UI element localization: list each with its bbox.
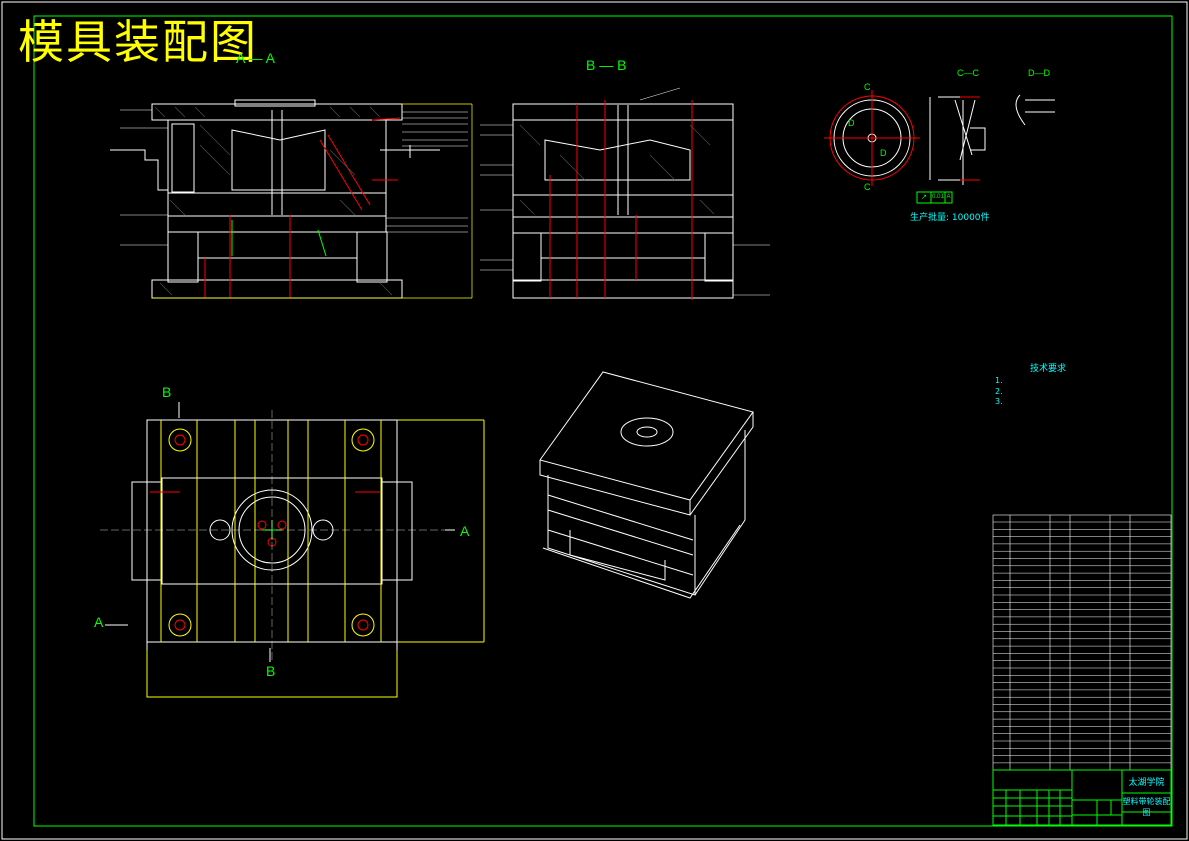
plan-label-b-top: B (162, 384, 172, 400)
plan-label-a-left: A (94, 614, 104, 630)
section-label-d: D—D (1028, 68, 1050, 78)
part-label-c-bottom: C (864, 182, 871, 192)
part-label-d2: D (880, 148, 887, 158)
plan-label-b-bottom: B (266, 663, 276, 679)
side-section-view (480, 87, 770, 300)
tech-requirement-2: 2. (995, 387, 1003, 396)
part-drawing (824, 90, 1055, 204)
isometric-view (539, 371, 754, 599)
production-quantity: 生产批量: 10000件 (910, 213, 990, 223)
tech-requirement-1: 1. (995, 376, 1003, 385)
drawing-title: 模具装配图 (18, 15, 258, 69)
tolerance-datum: A (946, 194, 951, 200)
tolerance-value: 0.01 (932, 194, 944, 200)
section-label-c: C—C (957, 68, 979, 78)
part-label-d1: D (848, 118, 855, 128)
part-label-c-top: C (864, 82, 871, 92)
section-label-a: A — A (236, 50, 275, 66)
plan-label-a-right: A (460, 523, 470, 539)
drawing-canvas (1, 1, 1188, 840)
tech-requirements-heading: 技术要求 (1030, 364, 1067, 374)
bom-table (992, 514, 1172, 771)
tech-requirement-3: 3. (995, 397, 1003, 406)
plan-view (100, 402, 485, 698)
tolerance-symbol: ↗ (921, 194, 927, 201)
drawing-name: 塑料带轮装配图 (1122, 797, 1171, 817)
section-label-b: B — B (586, 57, 627, 73)
school-name: 太湖学院 (1128, 778, 1165, 788)
front-section-view (110, 99, 473, 299)
